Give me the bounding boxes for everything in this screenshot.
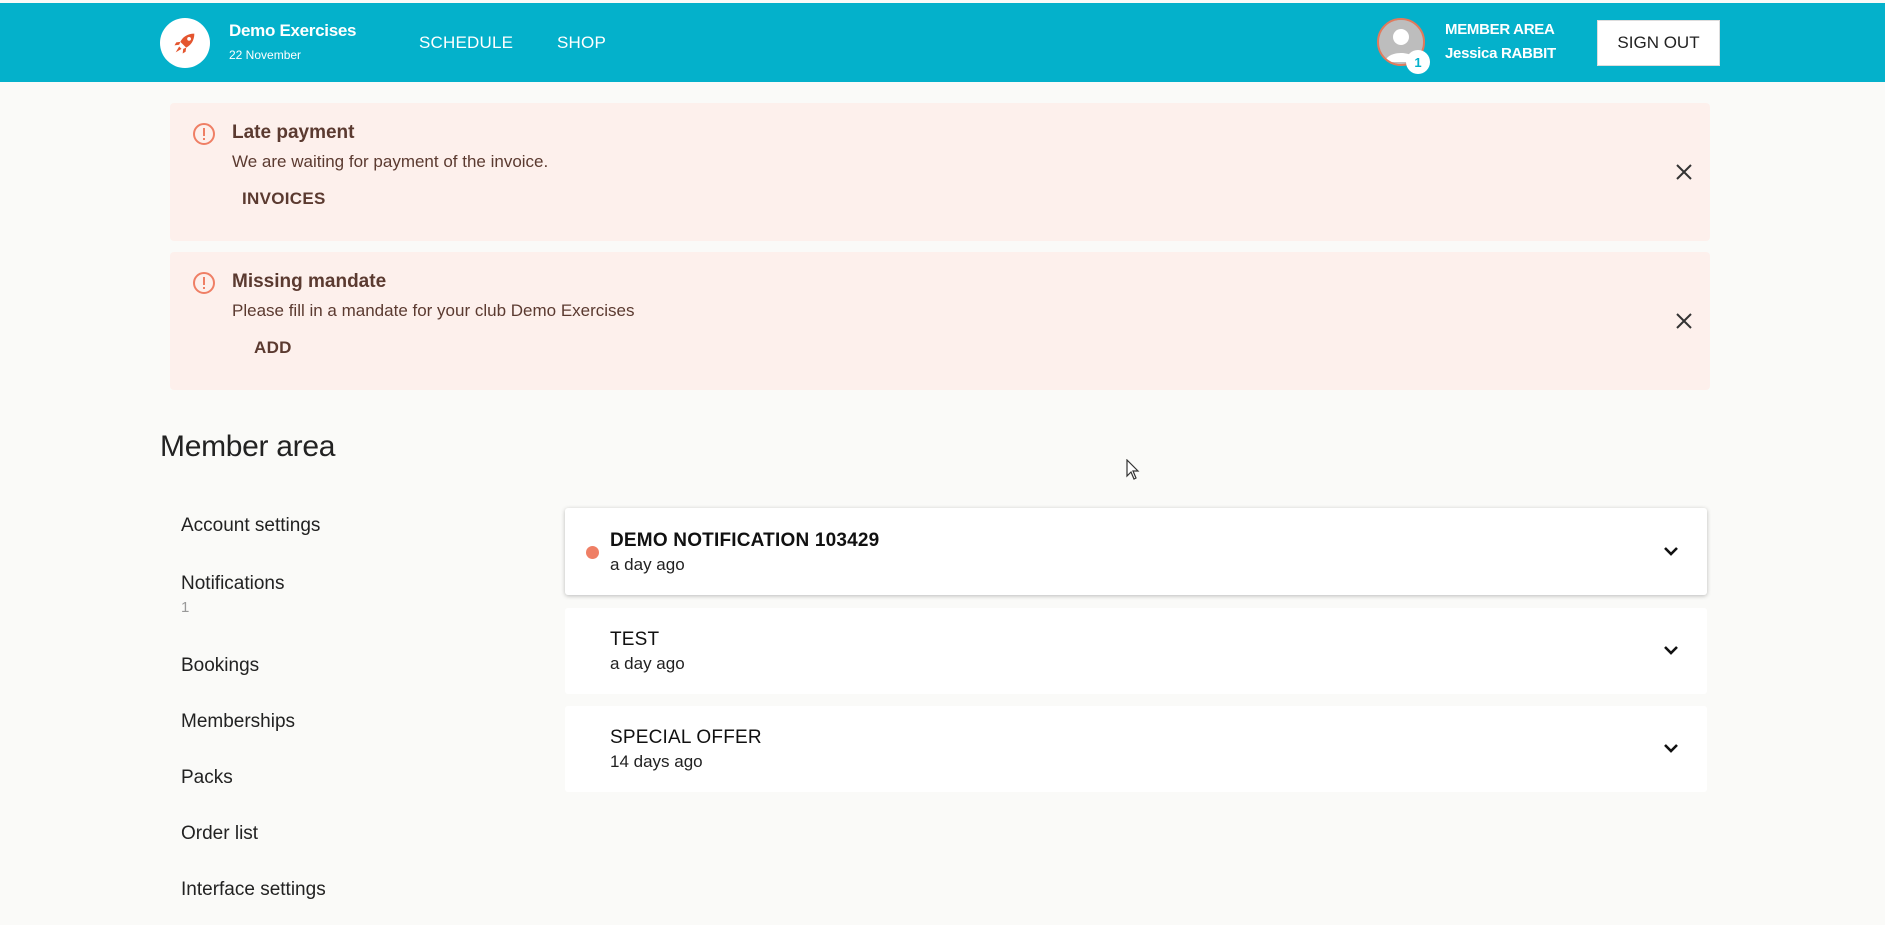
nav-shop[interactable]: SHOP (557, 33, 606, 53)
sidebar-item-bookings[interactable]: Bookings (181, 655, 259, 677)
sidebar-notifications-count: 1 (181, 599, 190, 616)
sign-out-button[interactable]: SIGN OUT (1597, 20, 1720, 66)
alert-message: We are waiting for payment of the invoic… (232, 152, 549, 171)
chevron-down-icon[interactable] (1659, 539, 1683, 563)
brand-name: Demo Exercises (229, 21, 357, 40)
notification-card[interactable]: TEST a day ago (565, 608, 1707, 694)
alert-missing-mandate: Missing mandate Please fill in a mandate… (170, 252, 1710, 390)
sidebar-item-account-settings[interactable]: Account settings (181, 515, 320, 537)
brand-date: 22 November (229, 48, 302, 62)
notification-card[interactable]: SPECIAL OFFER 14 days ago (565, 706, 1707, 792)
alert-message: Please fill in a mandate for your club D… (232, 301, 635, 320)
sidebar-item-notifications[interactable]: Notifications (181, 573, 285, 595)
sidebar-item-interface-settings[interactable]: Interface settings (181, 879, 326, 901)
invoices-button[interactable]: INVOICES (232, 183, 336, 215)
notification-time: a day ago (610, 654, 685, 673)
nav-schedule[interactable]: SCHEDULE (419, 33, 513, 53)
sidebar-item-order-list[interactable]: Order list (181, 823, 258, 845)
add-mandate-button[interactable]: ADD (232, 332, 314, 364)
warning-circle-icon (193, 123, 215, 145)
alert-title: Missing mandate (232, 271, 387, 292)
notification-time: 14 days ago (610, 752, 703, 771)
alert-late-payment: Late payment We are waiting for payment … (170, 103, 1710, 241)
chevron-down-icon[interactable] (1659, 736, 1683, 760)
chevron-down-icon[interactable] (1659, 638, 1683, 662)
top-bar: Demo Exercises 22 November SCHEDULE SHOP… (0, 3, 1885, 82)
alert-title: Late payment (232, 122, 355, 143)
member-name[interactable]: Jessica RABBIT (1445, 45, 1556, 62)
mouse-cursor-icon (1126, 459, 1140, 480)
notification-title: TEST (610, 629, 660, 650)
warning-circle-icon (193, 272, 215, 294)
notification-card[interactable]: DEMO NOTIFICATION 103429 a day ago (565, 508, 1707, 595)
member-area-label[interactable]: MEMBER AREA (1445, 21, 1555, 38)
sidebar-item-packs[interactable]: Packs (181, 767, 233, 789)
close-icon[interactable] (1672, 309, 1696, 333)
rocket-icon (174, 33, 195, 54)
notification-time: a day ago (610, 555, 685, 574)
page-title: Member area (160, 430, 336, 463)
sidebar-item-memberships[interactable]: Memberships (181, 711, 295, 733)
notification-count-badge: 1 (1406, 50, 1430, 74)
unread-dot (586, 546, 599, 559)
notification-title: DEMO NOTIFICATION 103429 (610, 530, 880, 551)
close-icon[interactable] (1672, 160, 1696, 184)
notification-title: SPECIAL OFFER (610, 727, 762, 748)
brand-logo[interactable] (160, 18, 210, 68)
